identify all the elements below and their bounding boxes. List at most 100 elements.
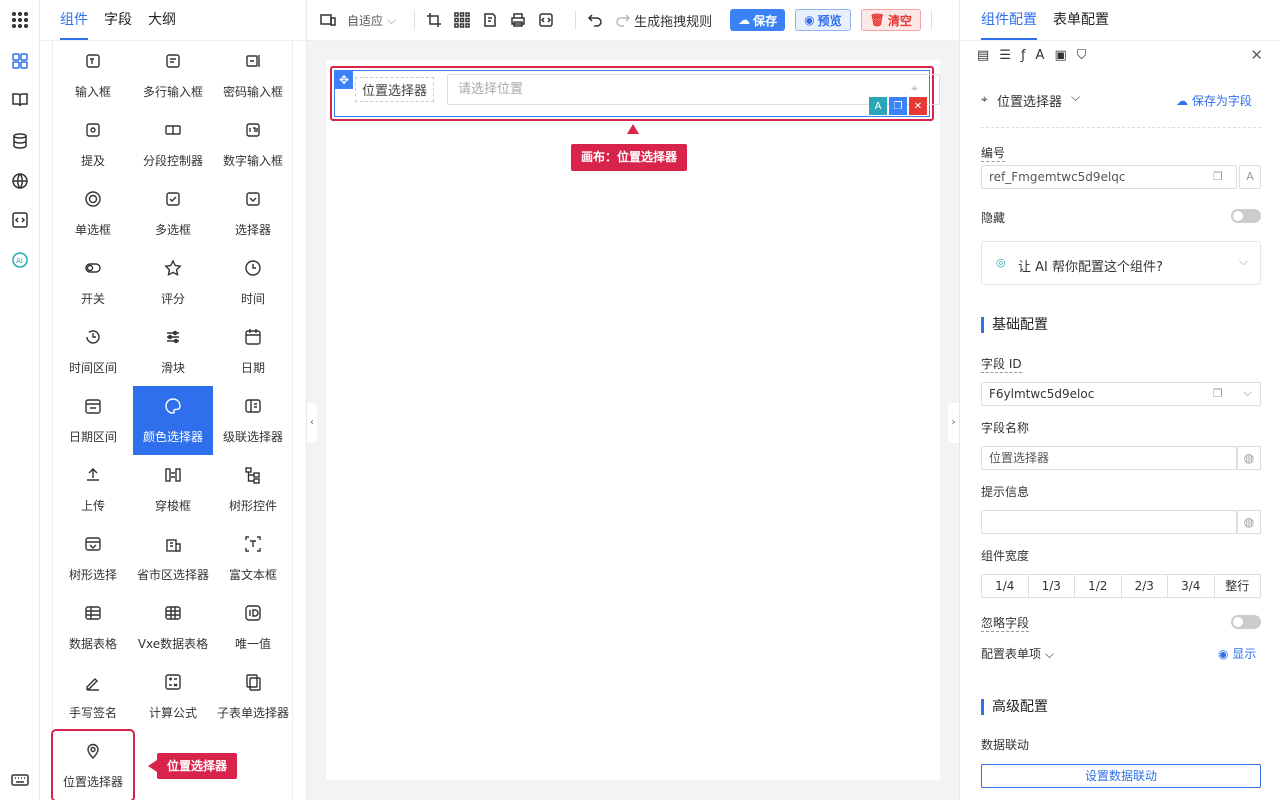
component-item[interactable]: 富文本框: [213, 524, 293, 593]
location-input[interactable]: 请选择位置: [447, 74, 940, 105]
field-name-input[interactable]: 位置选择器: [981, 446, 1237, 470]
component-name[interactable]: 位置选择器: [997, 91, 1062, 110]
font-icon[interactable]: A: [1036, 48, 1045, 63]
ref-input[interactable]: ref_Fmgemtwc5d9elqc: [981, 165, 1237, 189]
tab-form-config[interactable]: 表单配置: [1053, 9, 1109, 40]
width-option[interactable]: 整行: [1215, 575, 1261, 597]
json-icon[interactable]: [537, 11, 555, 29]
component-item[interactable]: 颜色选择器: [133, 386, 213, 455]
component-item[interactable]: 子表单选择器: [213, 662, 293, 731]
generate-rules-button[interactable]: 生成拖拽规则: [634, 11, 712, 30]
globe-icon[interactable]: [10, 171, 30, 191]
event-icon[interactable]: ▣: [1054, 48, 1066, 63]
hint-input[interactable]: [981, 510, 1237, 534]
component-item[interactable]: 穿梭框: [133, 455, 213, 524]
component-item[interactable]: 上传: [53, 455, 133, 524]
chevron-down-icon[interactable]: ⌵: [1243, 385, 1252, 400]
preview-button[interactable]: ◉ 预览: [795, 9, 851, 31]
code-icon[interactable]: [10, 210, 30, 230]
save-button[interactable]: ☁ 保存: [730, 9, 786, 31]
form-canvas[interactable]: ✥ 位置选择器 请选择位置 ⌖ A ❐ ✕ 画布：位置选择器: [326, 60, 940, 780]
copy-field-button[interactable]: ❐: [889, 97, 907, 115]
component-item[interactable]: 省市区选择器: [133, 524, 213, 593]
move-handle-icon[interactable]: ✥: [335, 71, 353, 89]
component-item[interactable]: 日期: [213, 317, 293, 386]
radio-icon: [83, 189, 103, 209]
component-item[interactable]: 日期区间: [53, 386, 133, 455]
copy-icon[interactable]: ❐: [1213, 387, 1223, 400]
ai-field-button[interactable]: A: [869, 97, 887, 115]
width-option[interactable]: 1/3: [1029, 575, 1075, 597]
clear-button[interactable]: 🗑 清空: [860, 9, 921, 31]
ref-edit-button[interactable]: A: [1239, 165, 1261, 189]
globe-icon[interactable]: ◍: [1237, 510, 1261, 534]
print-icon[interactable]: [509, 11, 527, 29]
delete-field-button[interactable]: ✕: [909, 97, 927, 115]
component-item[interactable]: 多行输入框: [133, 41, 213, 110]
grid-icon[interactable]: [453, 11, 471, 29]
width-option[interactable]: 2/3: [1122, 575, 1168, 597]
location-field-block[interactable]: ✥ 位置选择器 请选择位置 ⌖ A ❐ ✕: [330, 66, 940, 121]
component-item[interactable]: 提及: [53, 110, 133, 179]
component-item[interactable]: 选择器: [213, 179, 293, 248]
ai-config-box[interactable]: ◎ 让 AI 帮你配置这个组件? ⌵: [981, 241, 1261, 285]
globe-icon[interactable]: ◍: [1237, 446, 1261, 470]
component-item[interactable]: 时间区间: [53, 317, 133, 386]
component-item[interactable]: 单选框: [53, 179, 133, 248]
component-item[interactable]: 手写签名: [53, 662, 133, 731]
copy-icon[interactable]: ❐: [1213, 170, 1223, 183]
component-item[interactable]: 树形选择: [53, 524, 133, 593]
show-link[interactable]: ◉ 显示: [1218, 645, 1256, 662]
collapse-right-button[interactable]: ›: [948, 403, 959, 443]
tab-component-config[interactable]: 组件配置: [981, 9, 1037, 40]
tab-components[interactable]: 组件: [60, 9, 88, 40]
component-item[interactable]: 开关: [53, 248, 133, 317]
component-item[interactable]: 树形控件: [213, 455, 293, 524]
components-icon[interactable]: [10, 51, 30, 71]
component-item[interactable]: 计算公式: [133, 662, 213, 731]
toolbar-divider: [414, 11, 416, 29]
collapse-left-button[interactable]: ‹: [307, 403, 317, 443]
close-icon[interactable]: ✕: [1250, 46, 1263, 64]
hidden-toggle[interactable]: [1231, 209, 1261, 223]
component-item[interactable]: 位置选择器: [51, 729, 135, 800]
component-item[interactable]: Vxe数据表格: [133, 593, 213, 662]
props-icon[interactable]: ▤: [977, 48, 989, 63]
chevron-down-icon[interactable]: ⌵: [1071, 90, 1080, 105]
component-item[interactable]: 密码输入框: [213, 41, 293, 110]
ai-icon[interactable]: AI: [10, 250, 30, 270]
width-option[interactable]: 1/4: [982, 575, 1029, 597]
component-item[interactable]: 滑块: [133, 317, 213, 386]
width-option[interactable]: 1/2: [1075, 575, 1122, 597]
device-icon[interactable]: [319, 11, 337, 29]
apps-grid-icon[interactable]: [10, 10, 30, 30]
component-item[interactable]: 级联选择器: [213, 386, 293, 455]
width-option[interactable]: 3/4: [1168, 575, 1215, 597]
component-item[interactable]: 输入框: [53, 41, 133, 110]
save-as-field-link[interactable]: ☁ 保存为字段: [1176, 92, 1252, 109]
database-icon[interactable]: [10, 131, 30, 151]
tab-outline[interactable]: 大纲: [148, 9, 176, 40]
component-item[interactable]: 多选框: [133, 179, 213, 248]
crop-icon[interactable]: [425, 11, 443, 29]
adapt-select[interactable]: 自适应: [347, 12, 383, 29]
ignore-toggle[interactable]: [1231, 615, 1261, 629]
component-item[interactable]: 评分: [133, 248, 213, 317]
undo-icon[interactable]: [586, 11, 604, 29]
shield-icon[interactable]: ⛉: [1077, 48, 1087, 63]
edit-icon[interactable]: [481, 11, 499, 29]
book-icon[interactable]: [10, 90, 30, 110]
redo-icon[interactable]: [614, 11, 632, 29]
keyboard-icon[interactable]: [10, 770, 30, 790]
component-item[interactable]: 数字输入框: [213, 110, 293, 179]
form-items-toggle[interactable]: 配置表单项 ⌵: [981, 645, 1054, 662]
component-item[interactable]: 数据表格: [53, 593, 133, 662]
tab-fields[interactable]: 字段: [104, 9, 132, 40]
chevron-down-icon[interactable]: ⌵: [387, 13, 396, 28]
function-icon[interactable]: ƒ: [1021, 48, 1026, 63]
set-linkage-button[interactable]: 设置数据联动: [981, 764, 1261, 788]
style-icon[interactable]: ☰: [999, 48, 1011, 63]
component-item[interactable]: 分段控制器: [133, 110, 213, 179]
component-item[interactable]: 唯一值: [213, 593, 293, 662]
component-item[interactable]: 时间: [213, 248, 293, 317]
